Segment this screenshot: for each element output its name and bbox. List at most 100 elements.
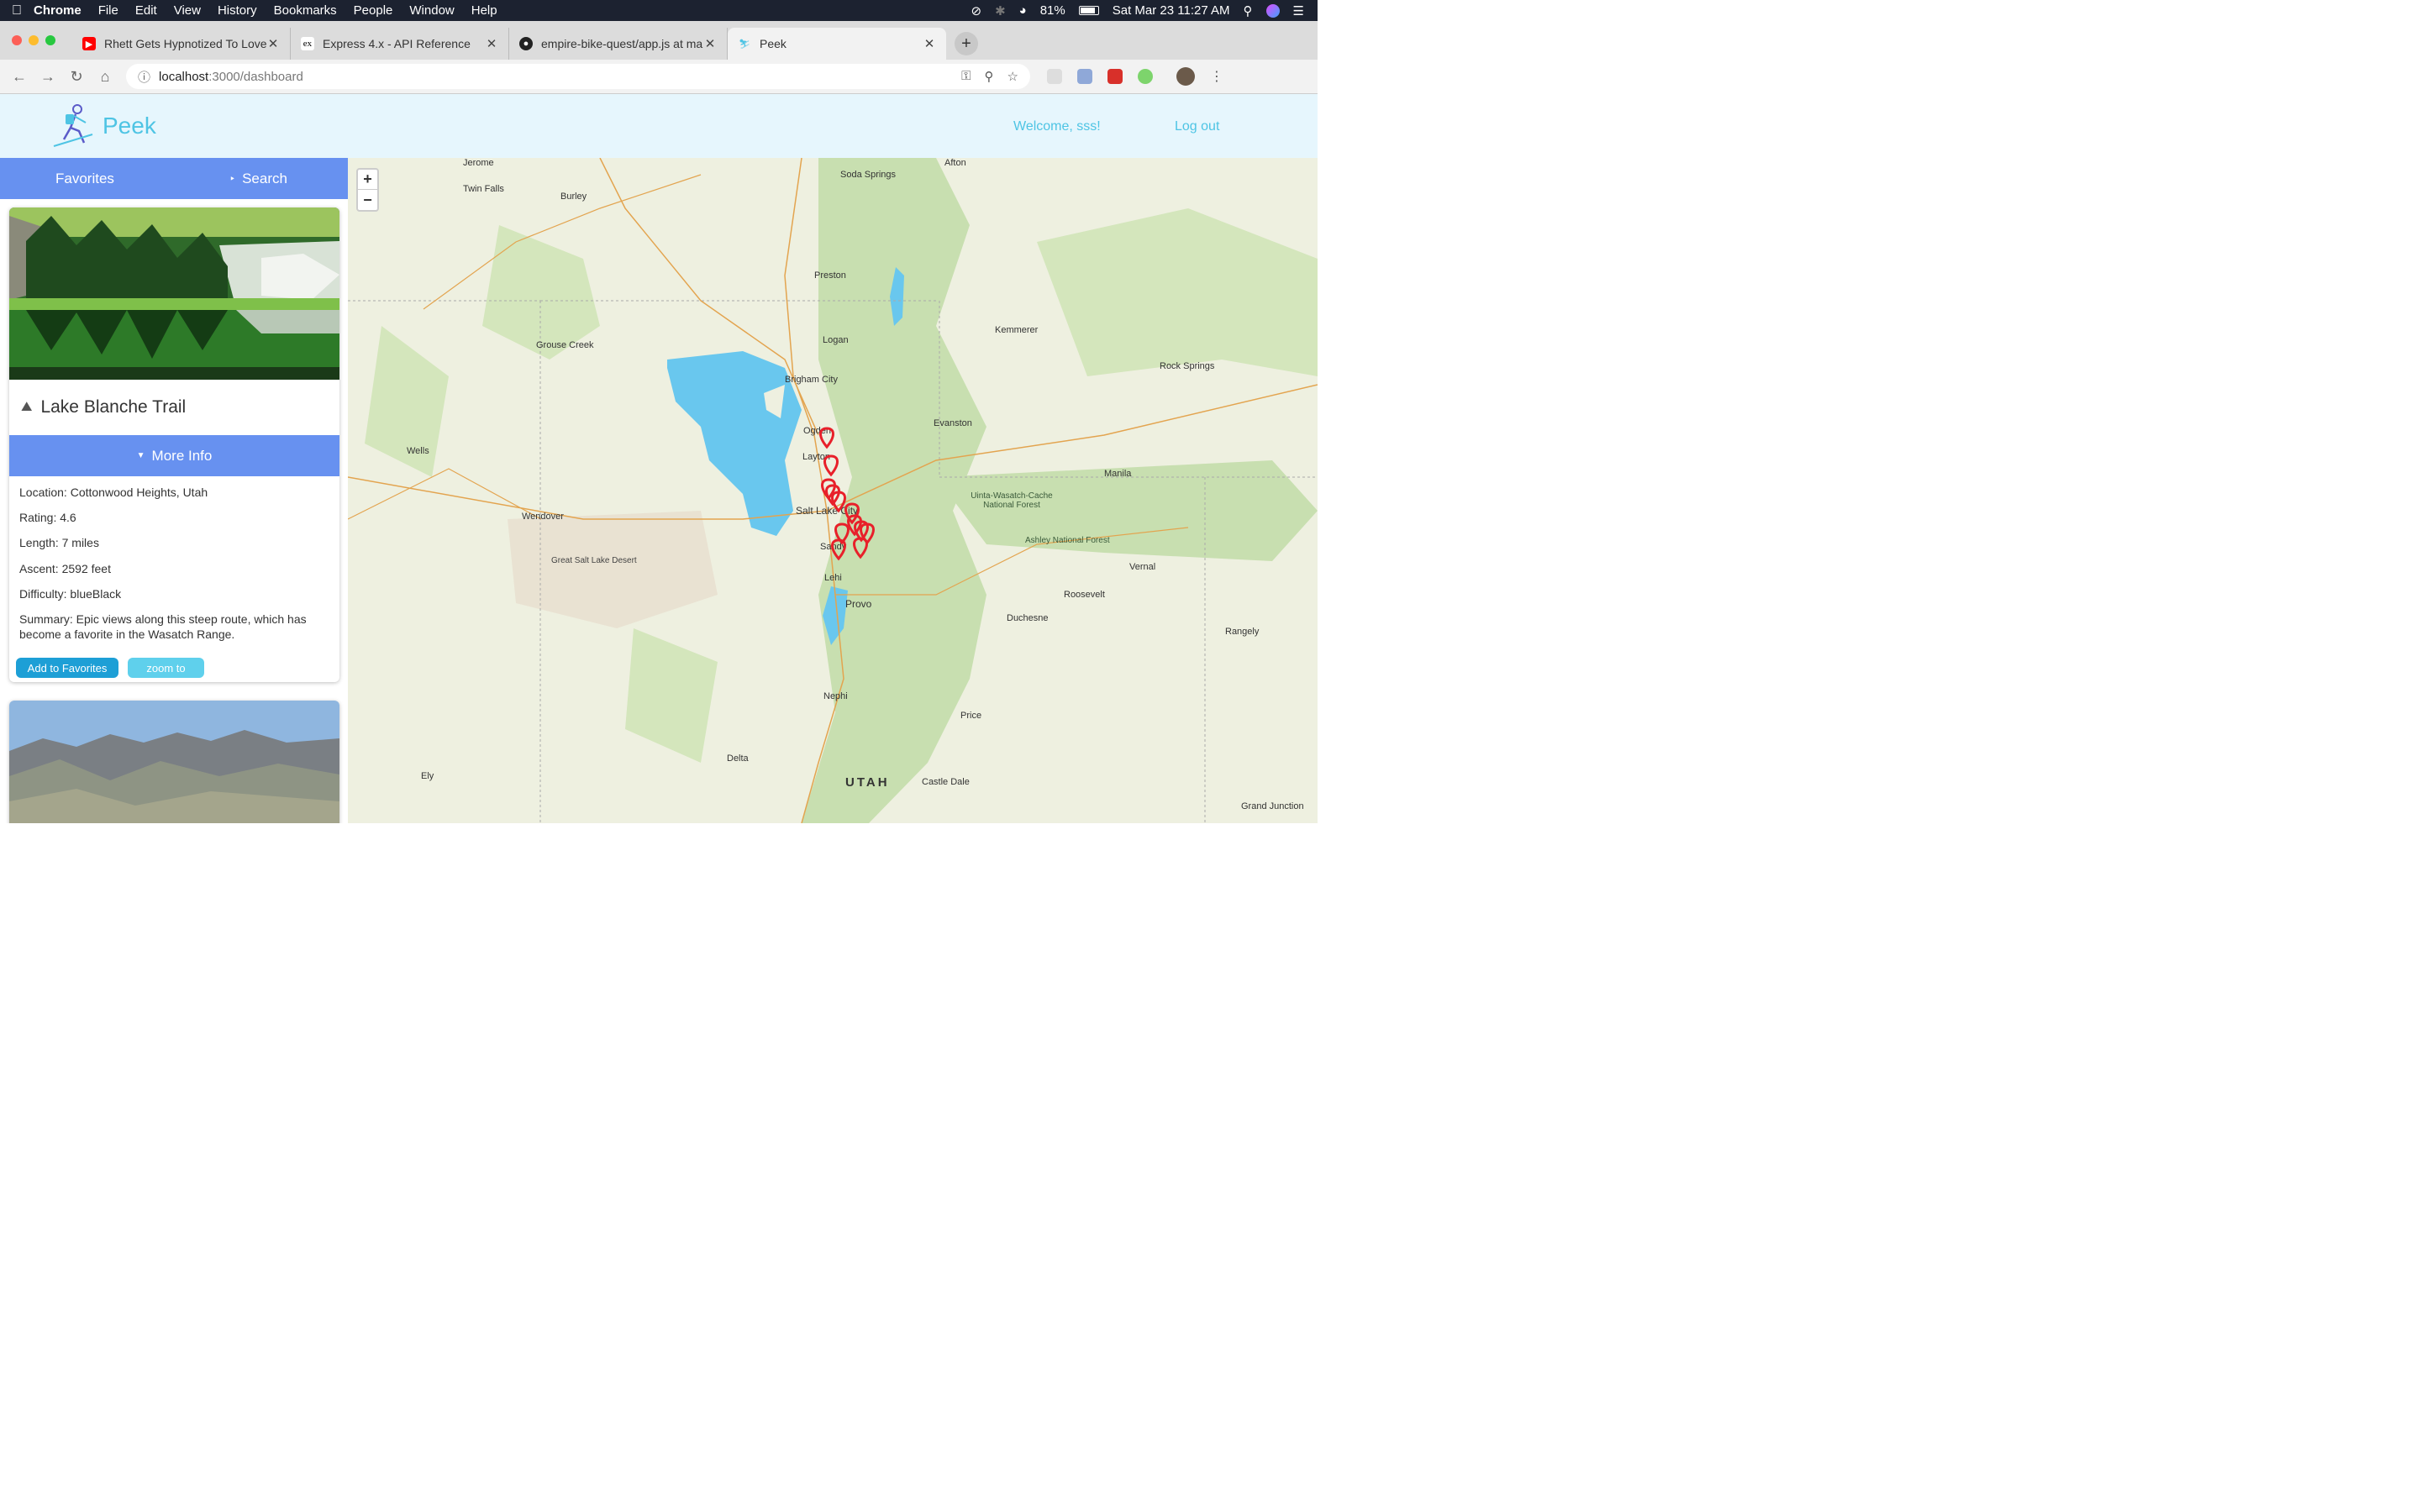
extension-icon[interactable] [1077,69,1092,84]
map-label: Lehi [824,573,842,583]
map-label: Duchesne [1007,613,1049,623]
apple-icon[interactable]:  [0,3,34,18]
extension-icon[interactable] [1047,69,1062,84]
spotlight-search-icon[interactable]: ⚲ [1244,3,1253,18]
add-to-favorites-button[interactable]: Add to Favorites [16,658,118,678]
close-tab-icon[interactable]: ✕ [266,36,280,51]
close-tab-icon[interactable]: ✕ [703,36,717,51]
zoom-in-button[interactable]: + [358,170,377,190]
browser-tab[interactable]: ▶ Rhett Gets Hypnotized To Love ✕ [72,28,291,60]
map-label: Twin Falls [463,184,504,194]
clock[interactable]: Sat Mar 23 11:27 AM [1113,3,1230,18]
caret-down-icon: ▼ [136,451,145,460]
menu-bookmarks[interactable]: Bookmarks [274,3,337,18]
map-label: Great Salt Lake Desert [551,556,637,565]
siri-icon[interactable] [1265,3,1280,18]
menu-help[interactable]: Help [471,3,497,18]
map-state-label: UTAH [845,775,890,790]
zoom-to-button[interactable]: zoom to [128,658,204,678]
welcome-link[interactable]: Welcome, sss! [1013,119,1101,134]
map-label: Wells [407,446,429,456]
map-label: Manila [1104,469,1132,479]
minimize-window-button[interactable] [29,35,39,45]
close-window-button[interactable] [12,35,22,45]
mountain-icon: ⛰ [21,400,33,414]
tab-search-label: Search [242,170,287,186]
more-info-toggle[interactable]: ▼ More Info [9,435,339,476]
tab-title: Express 4.x - API Reference [323,37,471,50]
close-tab-icon[interactable]: ✕ [923,36,936,51]
reload-icon[interactable]: ↻ [62,68,91,86]
map-label: Rangely [1225,627,1260,637]
sidebar-tabs: Favorites ‣ Search [0,158,348,199]
browser-tab[interactable]: ● empire-bike-quest/app.js at ma ✕ [509,28,728,60]
menu-view[interactable]: View [174,3,201,18]
extension-icon[interactable] [1107,69,1123,84]
back-icon[interactable]: ← [5,68,34,86]
map-label: Ogden [803,426,832,436]
do-not-disturb-icon[interactable]: ⊘ [971,3,981,18]
map-label: Salt Lake City [796,505,859,517]
menu-people[interactable]: People [354,3,393,18]
mountain-photo-image [9,701,339,823]
github-icon: ● [519,37,533,50]
menu-app-name[interactable]: Chrome [34,3,82,18]
tab-favorites[interactable]: Favorites [0,158,174,199]
browser-toolbar: ← → ↻ ⌂ ⓘ localhost:3000/dashboard ⚿ ⚲ ☆… [0,60,1318,94]
home-icon[interactable]: ⌂ [91,68,119,86]
forward-icon[interactable]: → [34,68,62,86]
app-header: Peek Welcome, sss! Log out [0,94,1318,158]
bookmark-star-icon[interactable]: ☆ [1007,69,1018,84]
map-label: Preston [814,270,846,281]
menu-window[interactable]: Window [409,3,454,18]
map-tiles[interactable] [348,158,1318,823]
tab-title: empire-bike-quest/app.js at ma [541,37,703,50]
new-tab-button[interactable]: + [955,32,978,55]
trail-card: ⛰ Lake Blanche Trail ▼ More Info Locatio… [9,207,339,682]
trail-title: ⛰ Lake Blanche Trail [9,380,339,435]
map-label: Grand Junction [1241,801,1304,811]
extension-icon[interactable] [1138,69,1153,84]
trail-name: Lake Blanche Trail [40,397,187,417]
battery-icon[interactable] [1078,6,1099,15]
window-controls [0,21,72,60]
tab-search[interactable]: ‣ Search [174,158,348,199]
browser-tab-strip: ▶ Rhett Gets Hypnotized To Love ✕ ex Exp… [0,21,1318,60]
map-label: Logan [823,335,849,345]
menu-file[interactable]: File [98,3,118,18]
browser-tab[interactable]: ex Express 4.x - API Reference ✕ [291,28,509,60]
tab-title: Peek [760,37,786,50]
browser-tab-active[interactable]: ⛷ Peek ✕ [728,28,946,60]
maximize-window-button[interactable] [45,35,55,45]
wifi-icon[interactable]: ◕ [1019,3,1027,18]
info-icon[interactable]: ⓘ [138,68,150,86]
menu-history[interactable]: History [218,3,257,18]
address-bar[interactable]: ⓘ localhost:3000/dashboard ⚿ ⚲ ☆ [126,64,1030,89]
notification-center-icon[interactable]: ☰ [1293,3,1304,18]
trail-rating: Rating: 4.6 [19,511,76,525]
hiker-logo-icon[interactable] [50,101,96,151]
zoom-icon[interactable]: ⚲ [985,69,994,84]
battery-percent: 81% [1039,3,1065,18]
trail-location: Location: Cottonwood Heights, Utah [19,486,208,499]
close-tab-icon[interactable]: ✕ [485,36,498,51]
map-label: Burley [560,192,587,202]
chrome-menu-icon[interactable]: ⋮ [1210,68,1223,85]
map-label: Afton [944,158,966,168]
menu-edit[interactable]: Edit [135,3,157,18]
macos-menubar:  Chrome File Edit View History Bookmark… [0,0,1318,21]
express-icon: ex [301,37,314,50]
bluetooth-icon[interactable]: ✱ [995,3,1006,18]
trail-map[interactable]: + − Jerome Twin Falls Burley Soda Spring… [348,158,1318,823]
trail-summary: Summary: Epic views along this steep rou… [19,612,307,642]
map-label: Sandy [820,542,847,552]
key-icon[interactable]: ⚿ [961,69,971,84]
logout-link[interactable]: Log out [1175,119,1219,134]
profile-avatar[interactable] [1176,67,1195,86]
brand-name[interactable]: Peek [103,113,156,139]
map-label: Brigham City [785,375,838,385]
trail-card [9,701,339,823]
map-label: Wendover [522,512,564,522]
url-path: :3000/dashboard [208,69,303,84]
zoom-out-button[interactable]: − [358,190,377,210]
